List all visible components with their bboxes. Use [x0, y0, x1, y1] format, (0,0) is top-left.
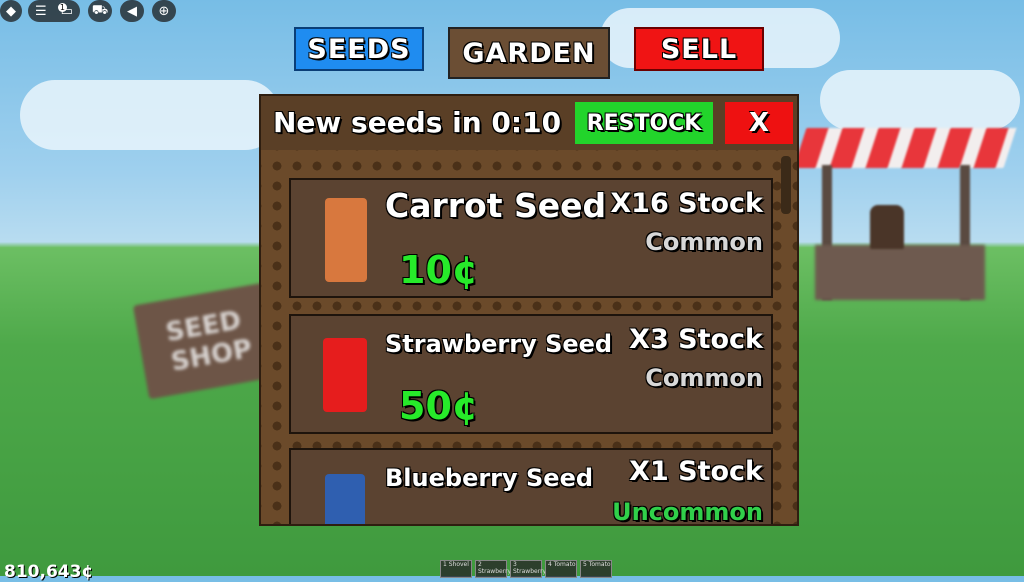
backpack-icon[interactable]: ⊕ — [152, 0, 176, 22]
item-name: Strawberry Seed — [385, 330, 613, 358]
item-name: Carrot Seed — [385, 186, 607, 225]
blueberry-seed-icon — [325, 474, 365, 524]
item-stock: X16 Stock — [610, 188, 763, 219]
roblox-logo-icon[interactable]: ◆ — [0, 0, 22, 22]
stall-roof — [793, 128, 1017, 168]
seed-list[interactable]: Carrot Seed X16 Stock Common 10¢ Strawbe… — [261, 150, 797, 524]
item-stock: X1 Stock — [629, 456, 763, 487]
hotbar-slot[interactable]: 2 Strawberry — [475, 560, 511, 578]
menu-icon[interactable]: ☰ — [35, 4, 47, 19]
item-price: 10¢ — [399, 248, 479, 292]
restock-timer: New seeds in 0:10 — [273, 106, 562, 139]
hotbar-slot[interactable]: 4 Tomato — [545, 560, 577, 578]
close-button[interactable]: X — [725, 102, 793, 144]
garden-button[interactable]: GARDEN — [448, 27, 610, 79]
hotbar-slot[interactable]: 5 Tomato — [580, 560, 612, 578]
cloud — [820, 70, 1020, 130]
strawberry-seed-icon — [323, 338, 367, 412]
cloud — [20, 80, 280, 150]
item-rarity: Common — [645, 228, 763, 256]
money-counter: 810,643¢ — [4, 562, 94, 582]
seeds-button[interactable]: SEEDS — [294, 27, 424, 71]
shop-header: New seeds in 0:10 RESTOCK X — [261, 96, 797, 150]
item-rarity: Common — [645, 364, 763, 392]
seed-shop-panel: New seeds in 0:10 RESTOCK X Carrot Seed … — [259, 94, 799, 526]
hotbar: 1 Shovel 2 Strawberry 3 Strawberry 4 Tom… — [440, 560, 612, 578]
shopkeeper-npc — [870, 205, 904, 249]
item-price: 50¢ — [399, 384, 479, 428]
cart-icon[interactable]: ⛟ — [88, 0, 112, 22]
hotbar-slot[interactable]: 3 Strawberry — [510, 560, 546, 578]
stall-counter — [815, 245, 985, 300]
chat-badge: 1 — [57, 2, 67, 12]
scrollbar[interactable] — [781, 156, 791, 214]
carrot-seed-icon — [325, 198, 367, 282]
sell-button[interactable]: SELL — [634, 27, 764, 71]
restock-button[interactable]: RESTOCK — [575, 102, 713, 144]
seed-item-carrot[interactable]: Carrot Seed X16 Stock Common 10¢ — [289, 178, 773, 298]
item-stock: X3 Stock — [629, 324, 763, 355]
item-rarity: Uncommon — [612, 498, 763, 524]
item-name: Blueberry Seed — [385, 464, 594, 492]
menu-and-chat-group: ☰ ▭ 1 — [28, 0, 80, 22]
mute-icon[interactable]: ◀ — [120, 0, 144, 22]
seed-item-strawberry[interactable]: Strawberry Seed X3 Stock Common 50¢ — [289, 314, 773, 434]
chat-icon[interactable]: ▭ 1 — [57, 2, 73, 19]
hotbar-slot[interactable]: 1 Shovel — [440, 560, 472, 578]
seed-item-blueberry[interactable]: Blueberry Seed X1 Stock Uncommon — [289, 448, 773, 524]
